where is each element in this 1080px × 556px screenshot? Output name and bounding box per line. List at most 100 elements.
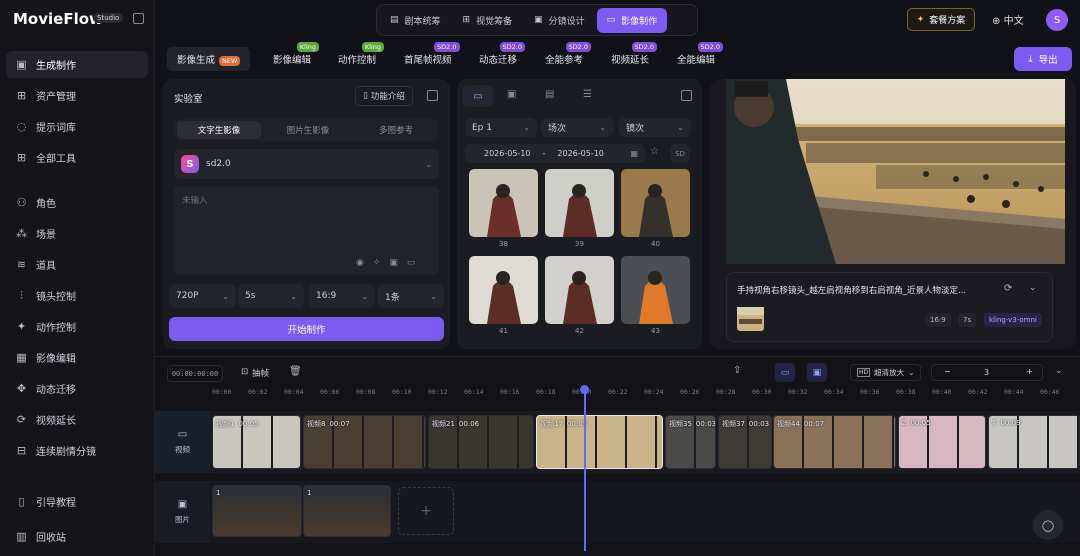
sd-filter[interactable]: SD bbox=[670, 144, 690, 163]
upload-icon[interactable]: ⇪ bbox=[733, 365, 741, 376]
library-thumbnail[interactable] bbox=[545, 169, 614, 237]
sidebar-item-13[interactable]: ▯ 引导教程 bbox=[6, 488, 148, 515]
result-thumbnail[interactable] bbox=[737, 307, 764, 331]
prompt-tools-icons[interactable]: ◉✧▣▭ bbox=[356, 258, 424, 268]
sidebar-item-8[interactable]: ✦ 动作控制 bbox=[6, 313, 148, 340]
plus-icon[interactable]: + bbox=[1026, 367, 1033, 376]
image-filter-icon[interactable]: ▣ bbox=[507, 89, 516, 100]
list-filter-icon[interactable]: ☰ bbox=[583, 89, 592, 100]
sidebar-item-12[interactable]: ⊟ 连续剧情分镜 bbox=[6, 437, 148, 464]
panel-toggle-icon[interactable] bbox=[427, 90, 438, 101]
minus-icon[interactable]: − bbox=[944, 367, 951, 376]
sidebar-collapse-icon[interactable] bbox=[133, 13, 144, 24]
regenerate-icon[interactable]: ⟳ bbox=[1004, 283, 1012, 294]
trash-icon[interactable]: 🗑 bbox=[289, 366, 302, 377]
model-select[interactable]: S sd2.0 ⌄ bbox=[174, 149, 439, 179]
video-clip[interactable]: 7 00:09 bbox=[988, 415, 1080, 469]
star-icon[interactable]: ☆ bbox=[650, 146, 659, 157]
feature-tab-6[interactable]: 视频延长 SD2.0 bbox=[611, 42, 658, 66]
mode-image-to-video[interactable]: 图片生影像 bbox=[266, 121, 350, 139]
film-icon: ▦ bbox=[16, 351, 27, 364]
video-clip[interactable]: 视频37 00:03 bbox=[718, 415, 772, 469]
sidebar-item-10[interactable]: ✥ 动态迁移 bbox=[6, 375, 148, 402]
chevron-down-icon[interactable]: ⌄ bbox=[1055, 366, 1063, 376]
library-thumbnail[interactable] bbox=[469, 169, 538, 237]
image-track-toggle-icon[interactable]: ▣ bbox=[807, 363, 827, 382]
panel-toggle-icon[interactable] bbox=[681, 90, 692, 101]
video-clip[interactable]: 视频21 00:06 bbox=[428, 415, 534, 469]
episode-select[interactable]: Ep 1 ⌄ bbox=[465, 118, 537, 137]
playhead[interactable] bbox=[584, 387, 586, 551]
sidebar-item-2[interactable]: ◌ 提示词库 bbox=[6, 113, 148, 140]
library-thumbnail[interactable] bbox=[469, 256, 538, 324]
avatar[interactable]: S bbox=[1046, 9, 1068, 31]
add-image-clip-button[interactable]: + bbox=[398, 487, 454, 535]
image-clip[interactable]: 1 bbox=[212, 485, 302, 537]
video-clip[interactable]: 视频35 00:03 bbox=[665, 415, 716, 469]
export-button[interactable]: ⤓ 导出 bbox=[1014, 47, 1072, 71]
sidebar-item-11[interactable]: ⟳ 视频延长 bbox=[6, 406, 148, 433]
feature-tab-4[interactable]: 动态迁移 SD2.0 bbox=[479, 42, 526, 66]
sidebar-item-0[interactable]: ▣ 生成制作 bbox=[6, 51, 148, 78]
ratio-select[interactable]: 16:9 ⌄ bbox=[309, 284, 375, 308]
sidebar-item-label: 镜头控制 bbox=[36, 292, 76, 303]
clip-name: 视频44 bbox=[777, 420, 800, 428]
feature-tab-1[interactable]: 影像编辑 Kling bbox=[273, 42, 320, 66]
tab-video-production[interactable]: ▭ 影像制作 bbox=[596, 7, 668, 33]
zoom-stepper[interactable]: − 3 + bbox=[931, 364, 1043, 381]
mode-text-to-video[interactable]: 文字生影像 bbox=[177, 121, 261, 139]
duration-select[interactable]: 5s ⌄ bbox=[238, 284, 304, 308]
feature-tab-7[interactable]: 全能编辑 SD2.0 bbox=[677, 42, 724, 66]
date-range[interactable]: 2026-05-10 - 2026-05-10 ▦ bbox=[465, 144, 645, 163]
globe-icon: ⊕ bbox=[992, 16, 1001, 27]
tab-visual-prep[interactable]: ⊞ 视觉筹备 bbox=[453, 8, 523, 33]
sidebar-item-14[interactable]: ▥ 回收站 bbox=[6, 523, 148, 550]
tab-script[interactable]: ▤ 剧本统筹 bbox=[380, 8, 451, 33]
chevron-down-icon[interactable]: ⌄ bbox=[1029, 283, 1037, 293]
tab-storyboard[interactable]: ▣ 分镜设计 bbox=[524, 8, 595, 33]
sidebar-item-6[interactable]: ≋ 道具 bbox=[6, 251, 148, 278]
count-select[interactable]: 1条 ⌄ bbox=[378, 284, 444, 308]
upscale-select[interactable]: HD 超清放大 ⌄ bbox=[850, 364, 922, 381]
video-clip[interactable]: 2 00:05 bbox=[898, 415, 986, 469]
sidebar-item-3[interactable]: ⊞ 全部工具 bbox=[6, 144, 148, 171]
resolution-select[interactable]: 720P ⌄ bbox=[169, 284, 236, 308]
start-button[interactable]: 开始制作 bbox=[169, 317, 444, 341]
plan-button[interactable]: ✦ 套餐方案 bbox=[907, 8, 975, 31]
generation-card[interactable]: 手持视角右移镜头_越左肩视角移到右肩视角_近景人物淡定... ⟳ ⌄ 16:9 … bbox=[726, 272, 1053, 342]
grid-icon: ⊞ bbox=[16, 89, 27, 102]
image-clip[interactable]: 1 bbox=[303, 485, 391, 537]
library-thumbnail[interactable] bbox=[545, 256, 614, 324]
sidebar-item-1[interactable]: ⊞ 资产管理 bbox=[6, 82, 148, 109]
refresh-icon: ⟳ bbox=[16, 413, 27, 426]
chevron-down-icon: ⌄ bbox=[599, 123, 606, 132]
video-clip[interactable]: 视频8 00:07 bbox=[303, 415, 426, 469]
feature-tab-5[interactable]: 全能参考 SD2.0 bbox=[545, 42, 592, 66]
feature-tab-3[interactable]: 首尾帧视频 SD2.0 bbox=[404, 42, 460, 66]
preview-video[interactable] bbox=[726, 79, 1065, 264]
sidebar-item-9[interactable]: ▦ 影像编辑 bbox=[6, 344, 148, 371]
feature-tab-2[interactable]: 动作控制 Kling bbox=[338, 42, 385, 66]
video-clip[interactable]: 视频44 00:07 bbox=[773, 415, 896, 469]
language-switch[interactable]: ⊕ 中文 bbox=[992, 12, 1024, 27]
timecode[interactable]: 00:00:00:00 bbox=[167, 365, 223, 382]
video-track-toggle-icon[interactable]: ▭ bbox=[775, 363, 795, 382]
library-thumbnail[interactable] bbox=[621, 169, 690, 237]
mode-multi-reference[interactable]: 多图参考 bbox=[354, 121, 438, 139]
prompt-input[interactable]: 未输入 ◉✧▣▭ bbox=[174, 186, 439, 275]
scene-select[interactable]: 场次 ⌄ bbox=[541, 118, 613, 137]
doc-filter-icon[interactable]: ▤ bbox=[545, 89, 554, 100]
video-clip[interactable]: 视频17 00:07 bbox=[536, 415, 663, 469]
video-filter-icon[interactable]: ▭ bbox=[463, 85, 493, 107]
extract-frame-button[interactable]: ⊡ 抽帧 bbox=[241, 367, 269, 379]
library-thumbnail[interactable] bbox=[621, 256, 690, 324]
shot-select[interactable]: 镜次 ⌄ bbox=[619, 118, 691, 137]
chat-icon[interactable]: ◯ bbox=[1033, 510, 1063, 540]
sidebar-item-5[interactable]: ⁂ 场景 bbox=[6, 220, 148, 247]
sidebar-item-4[interactable]: ⚇ 角色 bbox=[6, 189, 148, 216]
feature-tab-0[interactable]: 影像生成 NEW bbox=[167, 47, 251, 71]
video-clip[interactable]: 视频1 00:05 bbox=[212, 415, 301, 469]
playhead-handle[interactable] bbox=[580, 385, 589, 394]
intro-button[interactable]: ▯ 功能介绍 bbox=[355, 86, 413, 106]
sidebar-item-7[interactable]: ⫶ 镜头控制 bbox=[6, 282, 148, 309]
